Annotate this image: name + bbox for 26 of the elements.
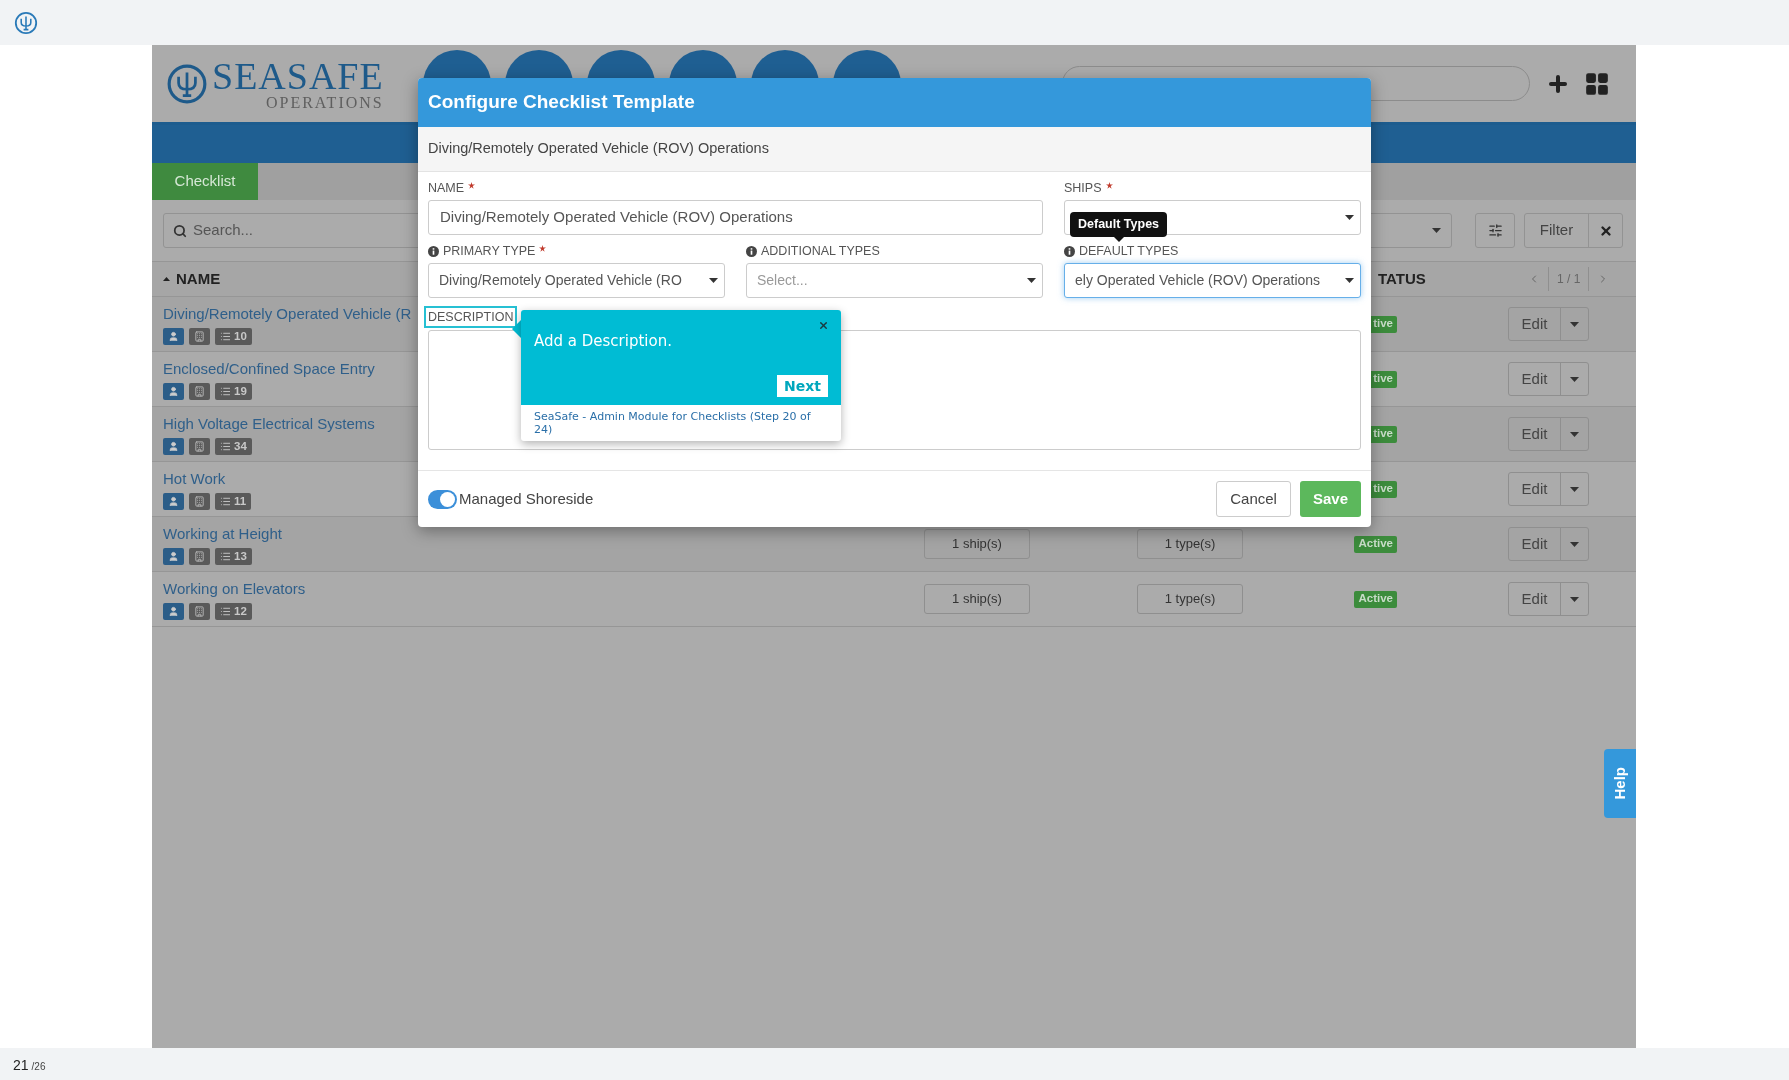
item-count-badge: 13 <box>215 548 252 566</box>
page-indicator: 1 / 1 <box>1548 267 1590 291</box>
modal-subtitle: Diving/Remotely Operated Vehicle (ROV) Operations <box>428 139 769 159</box>
item-count-badge: 34 <box>215 438 252 456</box>
slide-total: /26 <box>31 1062 46 1072</box>
modal-title: Configure Checklist Template <box>428 90 695 115</box>
tour-text: Add a Description. <box>534 331 673 352</box>
field-label: ADDITIONAL TYPES <box>761 242 880 260</box>
status-badge: tive <box>1369 315 1397 333</box>
field-label: NAME <box>428 179 465 197</box>
field-label: SHIPS <box>1064 179 1102 197</box>
item-count-badge: 19 <box>215 383 252 401</box>
slide-number: 21 <box>13 1058 29 1072</box>
status-badge: Active <box>1354 590 1397 608</box>
item-count-badge: 10 <box>215 328 252 346</box>
toggle-label: Managed Shoreside <box>459 488 594 509</box>
status-badge: Active <box>1354 535 1397 553</box>
logo-subtitle: OPERATIONS <box>265 94 384 111</box>
tooltip: Default Types <box>1070 212 1168 242</box>
status-badge: tive <box>1369 480 1397 498</box>
item-count-badge: 12 <box>215 603 252 621</box>
item-count-badge: 11 <box>215 493 252 511</box>
status-badge: tive <box>1369 425 1397 443</box>
field-label: DEFAULT TYPES <box>1079 242 1179 260</box>
status-badge: tive <box>1369 370 1397 388</box>
logo-title: SEASAFE <box>212 56 384 95</box>
